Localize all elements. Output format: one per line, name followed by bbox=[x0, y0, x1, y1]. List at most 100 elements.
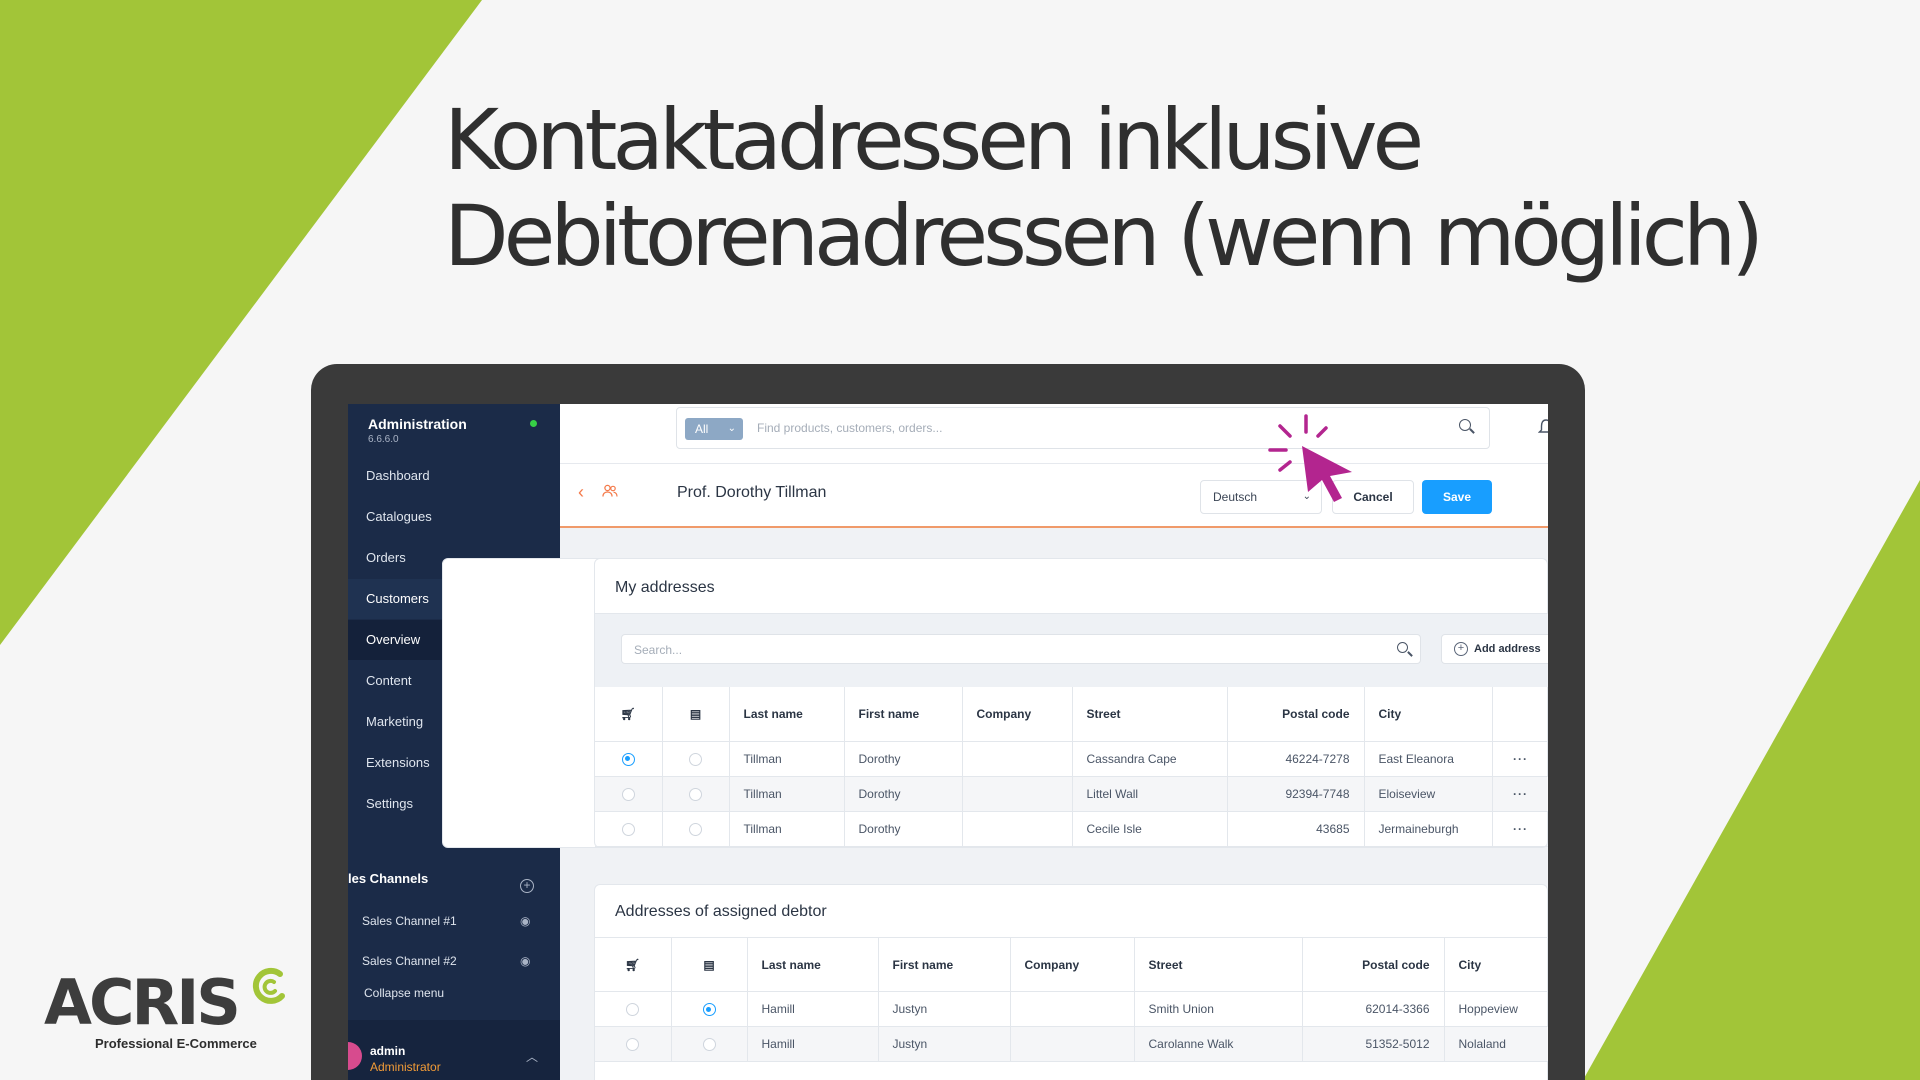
default-billing-radio-cell[interactable] bbox=[662, 776, 730, 812]
column-header[interactable]: First name bbox=[878, 937, 1011, 992]
table-row: Hamill Justyn Carolanne Walk 51352-5012 … bbox=[595, 1026, 1548, 1062]
default-billing-radio-cell[interactable] bbox=[671, 991, 748, 1027]
cell-postal-code: 43685 bbox=[1227, 811, 1365, 847]
cell-city: East Eleanora bbox=[1364, 741, 1493, 777]
search-icon[interactable] bbox=[1397, 642, 1408, 653]
column-header[interactable]: City bbox=[1364, 687, 1493, 742]
cell-postal-code: 51352-5012 bbox=[1302, 1026, 1445, 1062]
plus-circle-icon: + bbox=[1454, 642, 1468, 656]
default-shipping-radio-cell[interactable] bbox=[595, 776, 663, 812]
headline-line-1: Kontaktadressen inklusive bbox=[444, 91, 1424, 189]
column-header[interactable]: Last name bbox=[747, 937, 879, 992]
table-row: Tillman Dorothy Littel Wall 92394-7748 E… bbox=[595, 776, 1548, 812]
cell-company bbox=[1010, 1026, 1135, 1062]
cell-street: Carolanne Walk bbox=[1134, 1026, 1303, 1062]
column-header[interactable]: Company bbox=[962, 687, 1073, 742]
cell-city: Nolaland bbox=[1444, 1026, 1548, 1062]
column-header[interactable]: City bbox=[1444, 937, 1548, 992]
column-header[interactable]: Postal code bbox=[1227, 687, 1365, 742]
column-header[interactable]: Company bbox=[1010, 937, 1135, 992]
radio-selected[interactable] bbox=[621, 752, 635, 766]
default-billing-radio-cell[interactable] bbox=[662, 811, 730, 847]
column-header[interactable]: Street bbox=[1134, 937, 1303, 992]
table-row: Hamill Justyn Smith Union 62014-3366 Hop… bbox=[595, 991, 1548, 1027]
cell-first-name: Dorothy bbox=[844, 776, 963, 812]
cell-city: Eloiseview bbox=[1364, 776, 1493, 812]
radio[interactable] bbox=[621, 822, 635, 836]
more-icon: ··· bbox=[1513, 786, 1528, 801]
cell-company bbox=[962, 776, 1073, 812]
actions-column-header bbox=[1492, 687, 1548, 742]
default-shipping-radio-cell[interactable] bbox=[595, 1026, 672, 1062]
radio[interactable] bbox=[626, 1003, 640, 1017]
headline-line-2: Debitorenadressen (wenn möglich) bbox=[444, 187, 1764, 285]
address-search-placeholder: Search... bbox=[634, 643, 683, 657]
radio[interactable] bbox=[689, 822, 702, 836]
shipping-column-header: 🛒︎ bbox=[595, 937, 672, 992]
column-header[interactable]: Postal code bbox=[1302, 937, 1445, 992]
cell-postal-code: 62014-3366 bbox=[1302, 991, 1445, 1027]
cell-first-name: Dorothy bbox=[844, 811, 963, 847]
more-icon: ··· bbox=[1513, 751, 1528, 766]
cell-postal-code: 46224-7278 bbox=[1227, 741, 1365, 777]
cell-last-name: Tillman bbox=[729, 776, 845, 812]
add-address-label: Add address bbox=[1474, 643, 1541, 655]
cell-street: Cecile Isle bbox=[1072, 811, 1228, 847]
cell-last-name: Tillman bbox=[729, 811, 845, 847]
cell-last-name: Hamill bbox=[747, 991, 879, 1027]
cart-icon: 🛒︎ bbox=[625, 957, 641, 972]
radio-selected[interactable] bbox=[702, 1003, 716, 1017]
cell-last-name: Tillman bbox=[729, 741, 845, 777]
more-icon: ··· bbox=[1513, 821, 1528, 836]
debtor-addresses-title: Addresses of assigned debtor bbox=[615, 903, 827, 920]
logo-wordmark: ACRIS bbox=[44, 966, 241, 1039]
billing-column-header: ▤ bbox=[671, 937, 748, 992]
cart-icon: 🛒︎ bbox=[620, 706, 636, 721]
my-addresses-table: 🛒︎ ▤ Last name First name Company Street… bbox=[595, 687, 1548, 847]
cell-company bbox=[962, 741, 1073, 777]
cell-company bbox=[962, 811, 1073, 847]
row-menu-button[interactable]: ··· bbox=[1492, 811, 1548, 847]
radio[interactable] bbox=[689, 787, 702, 801]
radio[interactable] bbox=[621, 787, 635, 801]
acris-logo: ACRIS Professional E-Commerce bbox=[40, 966, 300, 1051]
cell-city: Jermaineburgh bbox=[1364, 811, 1493, 847]
cell-street: Littel Wall bbox=[1072, 776, 1228, 812]
column-header[interactable]: Last name bbox=[729, 687, 845, 742]
default-shipping-radio-cell[interactable] bbox=[595, 811, 663, 847]
table-header-row: 🛒︎ ▤ Last name First name Company Street… bbox=[595, 937, 1548, 992]
cell-street: Cassandra Cape bbox=[1072, 741, 1228, 777]
debtor-addresses-card: Addresses of assigned debtor 🛒︎ ▤ Last n… bbox=[594, 884, 1548, 1080]
row-menu-button[interactable]: ··· bbox=[1492, 741, 1548, 777]
column-header[interactable]: Street bbox=[1072, 687, 1228, 742]
radio[interactable] bbox=[702, 1038, 716, 1052]
default-shipping-radio-cell[interactable] bbox=[595, 991, 672, 1027]
logo-mark-icon bbox=[252, 967, 285, 1004]
radio[interactable] bbox=[689, 752, 702, 766]
radio[interactable] bbox=[626, 1038, 640, 1052]
cell-city: Hoppeview bbox=[1444, 991, 1548, 1027]
invoice-icon: ▤ bbox=[703, 957, 715, 972]
my-addresses-card: My addresses Search... + Add address 🛒︎ … bbox=[594, 558, 1548, 848]
my-addresses-title: My addresses bbox=[615, 579, 715, 596]
add-address-button[interactable]: + Add address bbox=[1441, 634, 1548, 664]
row-menu-button[interactable]: ··· bbox=[1492, 776, 1548, 812]
cell-street: Smith Union bbox=[1134, 991, 1303, 1027]
cell-company bbox=[1010, 991, 1135, 1027]
default-billing-radio-cell[interactable] bbox=[671, 1026, 748, 1062]
cell-last-name: Hamill bbox=[747, 1026, 879, 1062]
table-row: Tillman Dorothy Cassandra Cape 46224-727… bbox=[595, 741, 1548, 777]
table-row: Tillman Dorothy Cecile Isle 43685 Jermai… bbox=[595, 811, 1548, 847]
column-header[interactable]: First name bbox=[844, 687, 963, 742]
page-headline: Kontaktadressen inklusive Debitorenadres… bbox=[444, 91, 1764, 285]
cursor-click-icon bbox=[1268, 414, 1352, 502]
debtor-addresses-table: 🛒︎ ▤ Last name First name Company Street… bbox=[595, 937, 1548, 1062]
cell-first-name: Dorothy bbox=[844, 741, 963, 777]
billing-column-header: ▤ bbox=[662, 687, 730, 742]
address-search-input[interactable]: Search... bbox=[621, 634, 1421, 664]
default-shipping-radio-cell[interactable] bbox=[595, 741, 663, 777]
cell-first-name: Justyn bbox=[878, 991, 1011, 1027]
default-billing-radio-cell[interactable] bbox=[662, 741, 730, 777]
table-header-row: 🛒︎ ▤ Last name First name Company Street… bbox=[595, 687, 1548, 742]
address-toolbar: Search... + Add address bbox=[595, 613, 1548, 687]
